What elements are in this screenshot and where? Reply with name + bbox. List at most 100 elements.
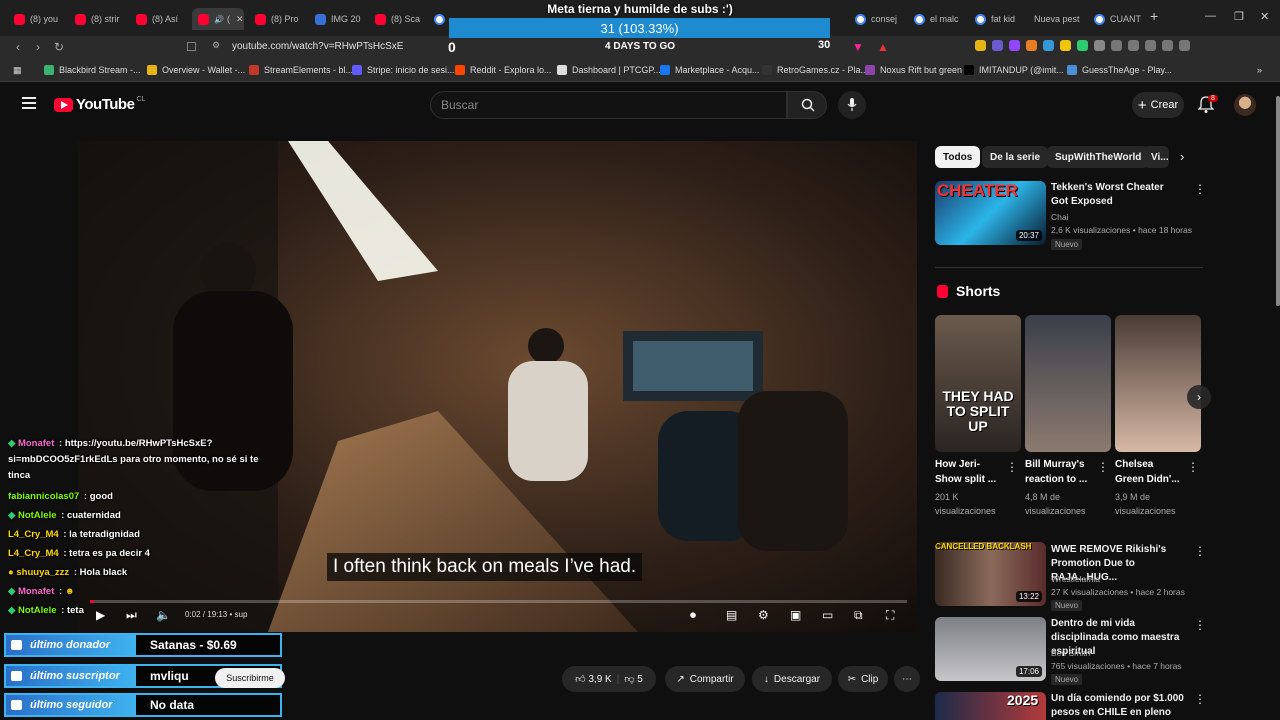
minimize-icon[interactable]: — xyxy=(1205,10,1216,22)
bookmark-icon[interactable]: ☐ xyxy=(186,40,197,54)
puzzle-icon[interactable] xyxy=(1094,40,1105,51)
theater-mode-icon[interactable]: ▭ xyxy=(822,608,833,622)
sidebar-icon[interactable] xyxy=(1145,40,1156,51)
browser-tab[interactable]: (8) Pro xyxy=(255,8,305,30)
video-channel[interactable]: Ben Smith xyxy=(1051,647,1090,659)
autoplay-toggle[interactable]: ⏺ xyxy=(690,608,696,623)
bookmark-item[interactable]: IMITANDUP (@imit... xyxy=(964,65,1064,75)
video-channel[interactable]: Chai xyxy=(1051,211,1068,223)
cast-icon[interactable]: ⧉ xyxy=(854,608,863,623)
url-field[interactable]: youtube.com/watch?v=RHwPTsHcSxE xyxy=(232,41,403,52)
site-info-icon[interactable]: ⚙ xyxy=(212,40,220,51)
short-thumbnail[interactable]: THEY HAD TO SPLIT UP xyxy=(935,315,1021,452)
bookmark-item[interactable]: Stripe: inicio de sesi... xyxy=(352,65,455,75)
video-title[interactable]: Un día comiendo por $1.000 pesos en CHIL… xyxy=(1051,692,1191,720)
back-icon[interactable]: ‹ xyxy=(16,40,20,54)
browser-tab[interactable]: fat kid xyxy=(975,8,1025,30)
more-options-icon[interactable]: ⋮ xyxy=(1194,544,1206,558)
short-title[interactable]: Chelsea Green Didn'... xyxy=(1115,457,1185,487)
bookmark-item[interactable]: Reddit - Explora lo... xyxy=(455,65,552,75)
more-actions-button[interactable]: ⋯ xyxy=(894,666,920,692)
video-thumbnail[interactable]: CANCELLED BACKLASH 13:22 xyxy=(935,542,1046,606)
download-button[interactable]: ↓ Descargar xyxy=(752,666,832,692)
extension-icon[interactable] xyxy=(992,40,1003,51)
brave-rewards-icon[interactable]: ▲ xyxy=(877,40,889,54)
dislike-button[interactable]: 👎︎ 5 xyxy=(624,673,643,685)
hamburger-menu-icon[interactable] xyxy=(22,97,36,109)
close-tab-icon[interactable]: ✕ xyxy=(236,14,244,25)
extension-icon[interactable] xyxy=(1026,40,1037,51)
more-options-icon[interactable]: ⋮ xyxy=(1187,460,1199,474)
chip-all[interactable]: Todos xyxy=(935,146,981,168)
bookmark-item[interactable]: RetroGames.cz - Pla... xyxy=(762,65,868,75)
avatar[interactable] xyxy=(1234,94,1256,116)
browser-tab[interactable]: (8) Sca xyxy=(375,8,425,30)
more-options-icon[interactable]: ⋮ xyxy=(1006,460,1018,474)
miniplayer-icon[interactable]: ▣ xyxy=(790,608,801,622)
clip-button[interactable]: ✂ Clip xyxy=(838,666,888,692)
browser-tab[interactable]: (8) strir xyxy=(75,8,125,30)
bookmark-item[interactable]: Marketplace - Acqu... xyxy=(660,65,760,75)
page-scrollbar[interactable] xyxy=(1276,96,1280,306)
video-title[interactable]: Tekken's Worst Cheater Got Exposed xyxy=(1051,181,1181,209)
chip-channel[interactable]: SupWithTheWorld xyxy=(1047,146,1150,168)
browser-tab[interactable]: (8) Así xyxy=(136,8,186,30)
short-title[interactable]: How Jeri-Show split ... xyxy=(935,457,1005,487)
extension-icon[interactable] xyxy=(1009,40,1020,51)
more-options-icon[interactable]: ⋮ xyxy=(1194,692,1206,706)
apps-grid-icon[interactable]: ▦ xyxy=(13,65,22,76)
more-options-icon[interactable]: ⋮ xyxy=(1194,618,1206,632)
music-icon[interactable] xyxy=(1128,40,1139,51)
forward-icon[interactable]: › xyxy=(36,40,40,54)
brave-shield-icon[interactable]: ▼ xyxy=(852,40,864,54)
browser-tab[interactable] xyxy=(434,8,448,30)
search-input[interactable]: Buscar xyxy=(430,91,787,119)
video-thumbnail[interactable]: 2025 xyxy=(935,692,1046,720)
chevron-right-icon[interactable]: › xyxy=(1180,149,1184,164)
browser-tab-active[interactable]: 🔊(✕ xyxy=(192,8,244,30)
bookmark-item[interactable]: Blackbird Stream -... xyxy=(44,65,141,75)
share-button[interactable]: ↗ Compartir xyxy=(665,666,745,692)
browser-tab[interactable]: CUANT xyxy=(1094,8,1144,30)
more-bookmarks-icon[interactable]: » xyxy=(1257,65,1262,75)
bookmark-item[interactable]: Overview - Wallet -... xyxy=(147,65,245,75)
bookmark-item[interactable]: Noxus Rift but green xyxy=(865,65,962,75)
browser-tab[interactable]: IMG 20 xyxy=(315,8,365,30)
subscribe-button[interactable]: Suscribirme xyxy=(215,668,285,688)
browser-tab[interactable]: consej xyxy=(855,8,905,30)
browser-tab[interactable]: (8) you xyxy=(14,8,64,30)
short-thumbnail[interactable] xyxy=(1115,315,1201,452)
video-thumbnail[interactable]: CHEATER 20:37 xyxy=(935,181,1046,245)
bookmark-item[interactable]: Dashboard | PTCGP... xyxy=(557,65,661,75)
restore-icon[interactable]: ❐ xyxy=(1234,10,1244,23)
wallet-icon[interactable] xyxy=(1162,40,1173,51)
download-icon[interactable] xyxy=(1111,40,1122,51)
more-options-icon[interactable]: ⋮ xyxy=(1194,182,1206,196)
search-button[interactable] xyxy=(787,91,827,119)
new-tab-button[interactable]: + xyxy=(1150,8,1158,24)
extension-icon[interactable] xyxy=(1060,40,1071,51)
extension-icon[interactable] xyxy=(975,40,986,51)
settings-gear-icon[interactable]: ⚙ xyxy=(758,608,769,622)
chip-series[interactable]: De la serie xyxy=(982,146,1049,168)
fullscreen-icon[interactable]: ⛶ xyxy=(886,608,894,623)
extension-icon[interactable] xyxy=(1077,40,1088,51)
chip-more[interactable]: Vi... xyxy=(1143,146,1169,168)
short-thumbnail[interactable] xyxy=(1025,315,1111,452)
close-window-icon[interactable]: ✕ xyxy=(1260,10,1269,23)
video-channel[interactable]: Wrestlelamia xyxy=(1051,573,1100,585)
bookmark-item[interactable]: StreamElements - bl... xyxy=(249,65,353,75)
extension-icon[interactable] xyxy=(1043,40,1054,51)
youtube-logo[interactable]: YouTube CL xyxy=(54,96,145,113)
voice-search-button[interactable] xyxy=(838,91,866,119)
browser-tab[interactable]: el malc xyxy=(914,8,964,30)
bookmark-item[interactable]: GuessTheAge - Play... xyxy=(1067,65,1172,75)
short-title[interactable]: Bill Murray's reaction to ... xyxy=(1025,457,1095,487)
shorts-next-button[interactable]: › xyxy=(1187,385,1211,409)
video-thumbnail[interactable]: 17:06 xyxy=(935,617,1046,681)
more-options-icon[interactable]: ⋮ xyxy=(1097,460,1109,474)
browser-tab[interactable]: Nueva pest xyxy=(1034,8,1086,30)
menu-icon[interactable] xyxy=(1179,40,1190,51)
reload-icon[interactable]: ↻ xyxy=(54,40,64,54)
create-button[interactable]: + Crear xyxy=(1132,92,1184,118)
